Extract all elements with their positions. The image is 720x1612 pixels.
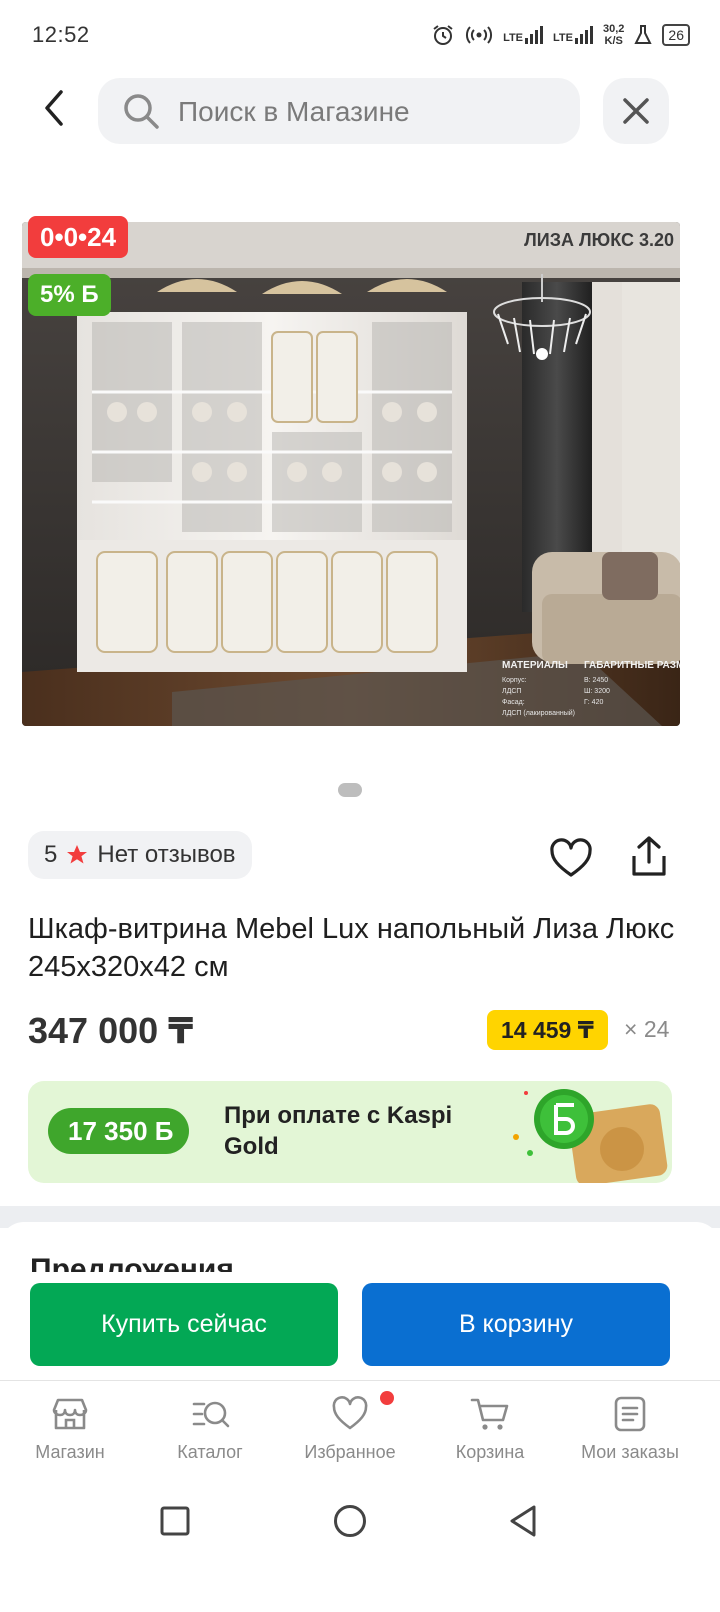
rating-value: 5 bbox=[44, 841, 58, 868]
orders-icon bbox=[614, 1396, 646, 1432]
sizes-header: ГАБАРИТНЫЕ РАЗМЕРЫ bbox=[584, 660, 680, 671]
sofa bbox=[532, 552, 680, 664]
nav-item-cart[interactable]: Корзина bbox=[420, 1390, 560, 1463]
close-button[interactable] bbox=[603, 78, 669, 144]
heart-icon bbox=[332, 1396, 368, 1430]
signal-2: LTE bbox=[553, 26, 593, 44]
close-icon bbox=[623, 98, 649, 124]
speed-unit: K/S bbox=[604, 35, 623, 47]
nav-label: Каталог bbox=[177, 1442, 243, 1462]
nav-item-store[interactable]: Магазин bbox=[0, 1390, 140, 1463]
nav-item-catalog[interactable]: Каталог bbox=[140, 1390, 280, 1463]
nav-label: Избранное bbox=[304, 1442, 396, 1462]
speed-value: 30,2 bbox=[603, 23, 625, 35]
offers-title: Предложения bbox=[30, 1253, 234, 1272]
status-bar: 12:52 LTE LTE 30,2 K/S 26 bbox=[0, 0, 720, 72]
signal-bars-icon bbox=[525, 26, 544, 44]
cabinet bbox=[77, 279, 467, 672]
bonus-badge: 5% Б bbox=[28, 274, 111, 316]
nav-label: Магазин bbox=[35, 1442, 105, 1462]
product-title: Шкаф-витрина Mebel Lux напольный Лиза Лю… bbox=[28, 913, 675, 983]
signal-bars-icon bbox=[575, 26, 593, 44]
kaspi-bonus-badge: 17 350 Б bbox=[48, 1108, 190, 1154]
store-icon bbox=[52, 1398, 88, 1430]
status-time: 12:52 bbox=[32, 22, 90, 47]
signal-1: LTE bbox=[503, 26, 544, 44]
image-caption: ЛИЗА ЛЮКС 3.20 bbox=[524, 230, 674, 250]
share-icon[interactable] bbox=[626, 834, 672, 880]
size-line: В: 2450 bbox=[584, 677, 608, 684]
reviews-label: Нет отзывов bbox=[97, 841, 236, 868]
image-pagination-dot bbox=[338, 783, 362, 797]
lte-label: LTE bbox=[553, 32, 573, 44]
product-image[interactable]: ЛИЗА ЛЮКС 3.20 МАТЕРИАЛЫ ГАБАРИТНЫЕ РАЗМ… bbox=[22, 222, 680, 726]
nav-item-orders[interactable]: Мои заказы bbox=[560, 1390, 700, 1463]
catalog-search-icon bbox=[192, 1401, 230, 1428]
search-input[interactable] bbox=[176, 78, 570, 146]
battery-icon: 26 bbox=[662, 24, 690, 46]
kaspi-banner-text: При оплате с Kaspi Gold bbox=[224, 1102, 453, 1160]
search-icon bbox=[124, 94, 159, 129]
material-line: ЛДСП (лакированный) bbox=[502, 709, 575, 717]
materials-header: МАТЕРИАЛЫ bbox=[502, 660, 568, 671]
installment-badge[interactable]: 14 459 ₸ bbox=[487, 1010, 608, 1050]
product-price: 347 000 ₸ bbox=[28, 1010, 194, 1051]
recent-apps-icon[interactable] bbox=[160, 1506, 190, 1536]
home-icon[interactable] bbox=[333, 1504, 367, 1538]
size-line: Г: 420 bbox=[584, 699, 603, 706]
nav-label: Мои заказы bbox=[581, 1442, 679, 1462]
installment-months: × 24 bbox=[624, 1016, 670, 1042]
material-line: Корпус: bbox=[502, 677, 527, 684]
star-icon bbox=[67, 845, 88, 864]
status-icons: LTE LTE 30,2 K/S 26 bbox=[431, 20, 690, 50]
kaspi-gold-illustration bbox=[513, 1089, 668, 1183]
flask-icon bbox=[634, 25, 653, 44]
add-to-cart-button[interactable]: В корзину bbox=[362, 1283, 670, 1366]
rating-chip[interactable]: 5 Нет отзывов bbox=[28, 831, 252, 879]
system-nav-bar bbox=[0, 1480, 720, 1612]
cart-icon bbox=[470, 1398, 509, 1430]
material-line: ЛДСП bbox=[502, 688, 521, 695]
timer-badge: 0•0•24 bbox=[28, 216, 129, 258]
back-button[interactable] bbox=[28, 82, 80, 134]
size-line: Ш: 3200 bbox=[584, 688, 610, 695]
notification-dot bbox=[380, 1391, 394, 1405]
hotspot-icon bbox=[466, 26, 493, 44]
material-line: Фасад: bbox=[502, 699, 525, 706]
back-nav-icon[interactable] bbox=[508, 1504, 538, 1538]
product-photo: ЛИЗА ЛЮКС 3.20 МАТЕРИАЛЫ ГАБАРИТНЫЕ РАЗМ… bbox=[22, 222, 680, 726]
lte-label: LTE bbox=[503, 32, 524, 44]
alarm-icon bbox=[433, 25, 453, 45]
nav-item-favorites[interactable]: Избранное bbox=[280, 1390, 420, 1463]
heart-icon[interactable] bbox=[548, 836, 594, 882]
buy-now-button[interactable]: Купить сейчас bbox=[30, 1283, 338, 1366]
nav-label: Корзина bbox=[455, 1442, 525, 1462]
chevron-left-icon bbox=[45, 90, 63, 126]
network-speed: 30,2 K/S bbox=[603, 23, 624, 47]
